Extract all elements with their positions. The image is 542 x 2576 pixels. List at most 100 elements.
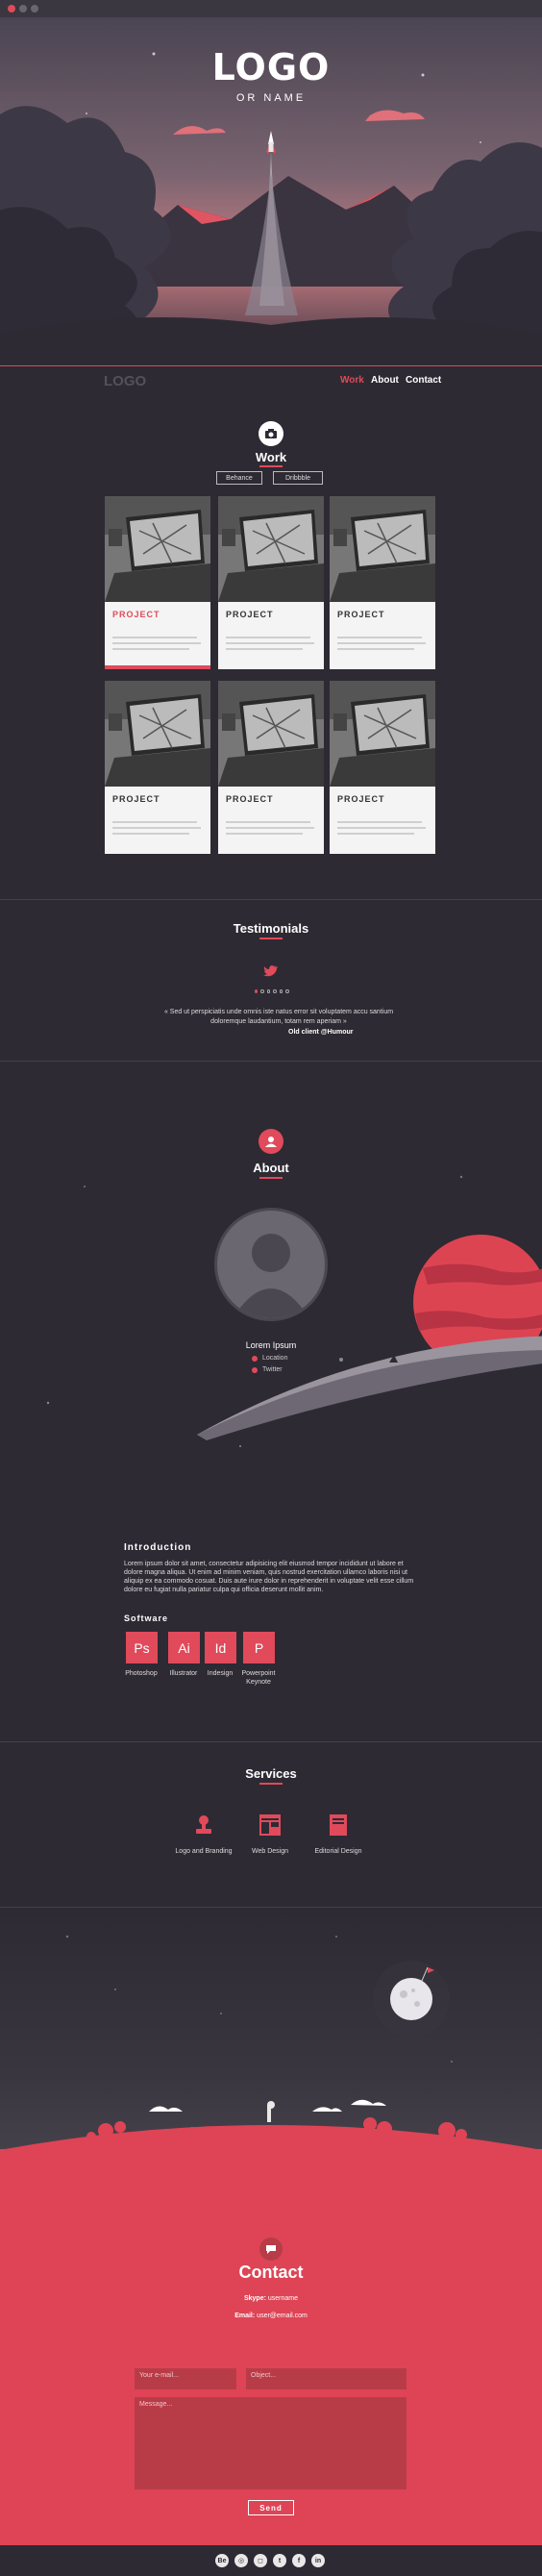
project-title: PROJECT bbox=[337, 610, 385, 619]
project-thumbnail bbox=[330, 681, 435, 787]
project-thumbnail bbox=[105, 496, 210, 602]
hero-logo-subtitle: OR NAME bbox=[235, 92, 307, 104]
project-title: PROJECT bbox=[112, 610, 160, 619]
location-icon bbox=[252, 1355, 258, 1362]
project-card[interactable]: PROJECT bbox=[330, 496, 435, 669]
project-card[interactable]: PROJECT bbox=[218, 496, 324, 669]
project-desc-line bbox=[226, 833, 303, 835]
dribbble-icon[interactable]: ◎ bbox=[234, 2554, 248, 2567]
project-title: PROJECT bbox=[226, 610, 274, 619]
user-icon bbox=[259, 1129, 283, 1154]
twitter-small-icon bbox=[252, 1366, 258, 1373]
project-desc-line bbox=[337, 821, 422, 823]
night-landscape-illustration bbox=[5, 1935, 537, 2149]
project-desc-line bbox=[112, 642, 201, 644]
project-desc-line bbox=[112, 827, 201, 829]
maximize-dot[interactable] bbox=[31, 5, 38, 13]
twitter-text: Twitter bbox=[262, 1366, 283, 1373]
nav-item-work[interactable]: Work bbox=[340, 375, 364, 386]
introduction-heading: Introduction bbox=[124, 1542, 192, 1553]
skype-row: Skype: username bbox=[0, 2295, 542, 2302]
email-label: Email: bbox=[234, 2313, 256, 2319]
layout-icon bbox=[259, 1813, 282, 1841]
services-title: Services bbox=[245, 1766, 297, 1781]
testimonial-author: Old client @Humour bbox=[288, 1029, 354, 1036]
filter-dribbble-button[interactable]: Dribbble bbox=[273, 471, 323, 485]
email-row: Email: user@email.com bbox=[0, 2313, 542, 2319]
twitter-icon bbox=[263, 964, 279, 983]
project-card[interactable]: PROJECT bbox=[105, 496, 210, 669]
hero-logo: LOGO bbox=[211, 46, 331, 88]
project-active-bar bbox=[105, 665, 210, 669]
indesign-label: Indesign bbox=[207, 1670, 234, 1677]
powerpoint-icon: P bbox=[243, 1632, 275, 1663]
project-card[interactable]: PROJECT bbox=[330, 681, 435, 854]
testimonials-title: Testimonials bbox=[233, 921, 309, 936]
email-input[interactable]: Your e-mail... bbox=[135, 2368, 236, 2389]
project-desc-line bbox=[337, 648, 414, 650]
project-desc-line bbox=[337, 833, 414, 835]
close-dot[interactable] bbox=[8, 5, 15, 13]
book-icon bbox=[327, 1813, 350, 1841]
powerpoint-label: Powerpoint Keynote bbox=[241, 1670, 276, 1686]
work-section: Work Behance Dribbble PROJECT PROJECT PROJ… bbox=[0, 392, 542, 899]
testimonial-quote: « Sed ut perspiciatis unde omnis iste na… bbox=[163, 1009, 394, 1025]
project-title: PROJECT bbox=[226, 794, 274, 804]
work-underline bbox=[259, 465, 283, 467]
camera-icon bbox=[259, 421, 283, 446]
photoshop-icon: Ps bbox=[126, 1632, 158, 1663]
about-section: About Lorem Ipsum Location Twitter Intro… bbox=[0, 1061, 542, 1741]
avatar bbox=[214, 1208, 328, 1321]
filter-behance-button[interactable]: Behance bbox=[216, 471, 262, 485]
work-title: Work bbox=[255, 450, 287, 464]
footer: Be ◎ ◻ t f in bbox=[0, 2545, 542, 2576]
browser-titlebar bbox=[0, 0, 542, 17]
hero-section: LOGO OR NAME bbox=[0, 17, 542, 365]
project-desc-line bbox=[226, 648, 303, 650]
project-desc-line bbox=[337, 637, 422, 638]
contact-title: Contact bbox=[238, 2263, 304, 2282]
project-thumbnail bbox=[218, 681, 324, 787]
location-text: Location bbox=[262, 1355, 288, 1362]
testimonials-section: Testimonials « Sed ut perspiciatis unde … bbox=[0, 899, 542, 1061]
message-textarea[interactable]: Message... bbox=[135, 2397, 406, 2489]
skype-value: username bbox=[267, 2295, 299, 2302]
object-input[interactable]: Object... bbox=[246, 2368, 406, 2389]
skype-label: Skype: bbox=[243, 2295, 266, 2302]
location-row: Location bbox=[252, 1355, 287, 1362]
nav-logo[interactable]: LOGO bbox=[104, 373, 146, 389]
main-navbar: LOGO Work About Contact bbox=[0, 365, 542, 392]
testimonial-pager[interactable] bbox=[255, 989, 290, 995]
nav-item-contact[interactable]: Contact bbox=[406, 375, 441, 386]
behance-icon[interactable]: Be bbox=[215, 2554, 229, 2567]
project-thumbnail bbox=[218, 496, 324, 602]
project-desc-line bbox=[112, 637, 197, 638]
illustrator-icon: Ai bbox=[168, 1632, 200, 1663]
project-desc-line bbox=[112, 833, 189, 835]
project-card[interactable]: PROJECT bbox=[105, 681, 210, 854]
instagram-icon[interactable]: ◻ bbox=[254, 2554, 267, 2567]
chat-icon bbox=[259, 2238, 283, 2261]
twitter-row[interactable]: Twitter bbox=[252, 1366, 283, 1373]
indesign-icon: Id bbox=[205, 1632, 236, 1663]
send-button[interactable]: Send bbox=[248, 2500, 294, 2515]
stamp-icon bbox=[192, 1813, 215, 1841]
introduction-text: Lorem ipsum dolor sit amet, consectetur … bbox=[124, 1561, 414, 1593]
project-card[interactable]: PROJECT bbox=[218, 681, 324, 854]
project-desc-line bbox=[226, 637, 310, 638]
linkedin-icon[interactable]: in bbox=[311, 2554, 325, 2567]
about-underline bbox=[259, 1177, 283, 1179]
service-editorial-design: Editorial Design bbox=[314, 1848, 362, 1855]
project-desc-line bbox=[112, 821, 197, 823]
contact-section: Contact Skype: username Email: user@emai… bbox=[0, 2149, 542, 2545]
nav-item-about[interactable]: About bbox=[371, 375, 399, 386]
project-title: PROJECT bbox=[337, 794, 385, 804]
email-value[interactable]: user@email.com bbox=[257, 2313, 308, 2319]
twitter-icon[interactable]: t bbox=[273, 2554, 286, 2567]
minimize-dot[interactable] bbox=[19, 5, 27, 13]
services-section: Services Logo and Branding Web Design Ed… bbox=[0, 1741, 542, 1907]
about-name: Lorem Ipsum bbox=[245, 1340, 297, 1350]
photoshop-label: Photoshop bbox=[125, 1670, 158, 1677]
facebook-icon[interactable]: f bbox=[292, 2554, 306, 2567]
software-heading: Software bbox=[124, 1613, 169, 1623]
